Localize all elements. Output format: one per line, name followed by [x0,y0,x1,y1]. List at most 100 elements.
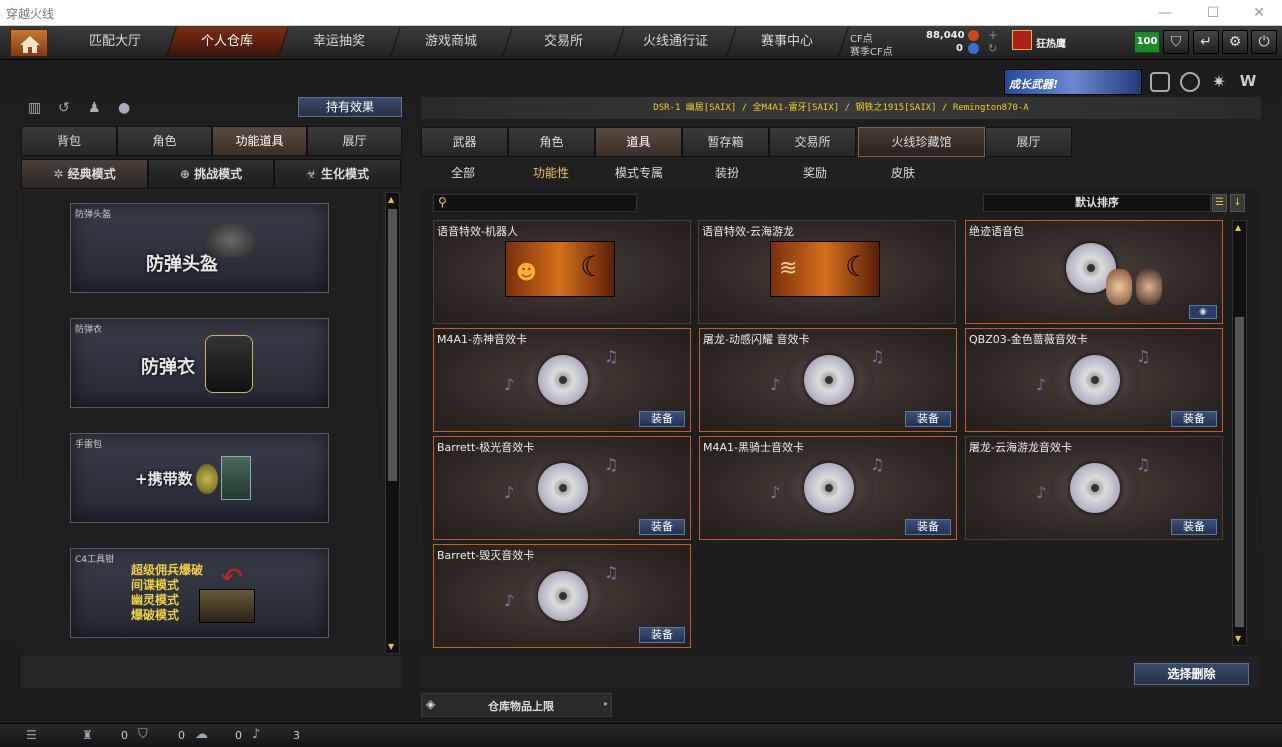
scroll-down-icon[interactable]: ▼ [388,642,397,651]
left-tab-showroom[interactable]: 展厅 [307,126,402,156]
home-button[interactable] [10,29,48,57]
right-tab-weapons[interactable]: 武器 [421,127,508,157]
star-emblem-icon[interactable]: ✷ [1209,72,1229,92]
sound-card-disc-icon [1070,463,1120,513]
item-card-voice-dragon[interactable]: 语音特效-云海游龙 ≋ ☾ [698,220,956,324]
item-card-sound-barrett-aurora[interactable]: Barrett-极光音效卡 ♪ ♫ 装备 [433,436,691,540]
minimize-button[interactable]: — [1142,0,1188,26]
item-card-voice-robot[interactable]: 语音特效-机器人 ☻ ☾ [433,220,691,324]
item-card-sound-barrett-destroy[interactable]: Barrett-毁灭音效卡 ♪ ♫ 装备 [433,544,691,648]
warehouse-capacity-bar[interactable]: ◈ 仓库物品上限 ▸ [421,693,612,717]
vest-icon [205,335,253,393]
left-scrollbar[interactable]: ▲ ▼ [385,192,400,654]
character-portrait-icon [1106,269,1132,305]
equip-button[interactable]: 装备 [905,411,951,427]
item-card-voice-pack[interactable]: 绝迹语音包 ◉ [965,220,1223,324]
friends-icon[interactable]: ♜ [82,728,93,742]
history-icon[interactable]: ↺ [58,100,74,116]
mode-tab-biochem[interactable]: ☣ 生化模式 [274,159,401,189]
item-card-sound-dragon-cloud[interactable]: 屠龙-云海游龙音效卡 ♪ ♫ 装备 [965,436,1223,540]
nav-tab-lucky-draw[interactable]: 幸运抽奖 [279,27,401,57]
nav-tab-game-mall[interactable]: 游戏商城 [391,27,513,57]
owned-effects-button[interactable]: 持有效果 [298,97,402,117]
equip-button[interactable]: 装备 [1171,519,1217,535]
grenade-item-icon [196,464,218,494]
right-tab-storage[interactable]: 暂存箱 [682,127,769,157]
refresh-icon[interactable]: ↻ [988,42,997,55]
equip-button[interactable]: 装备 [639,627,685,643]
right-tab-exchange[interactable]: 交易所 [769,127,856,157]
scroll-up-icon[interactable]: ▲ [1235,223,1244,232]
left-tab-character[interactable]: 角色 [117,126,212,156]
item-card-helmet[interactable]: 防弹头盔 防弹头盔 [70,203,329,293]
volume-level: 3 [293,729,300,742]
equip-button[interactable]: 装备 [639,411,685,427]
promo-banner[interactable]: 成长武器! [1004,69,1142,95]
mode-tab-challenge[interactable]: ⊕ 挑战模式 [148,159,274,189]
app-window: 穿越火线 — ☐ ✕ 匹配大厅 个人仓库 幸运抽奖 游戏商城 交易所 火线通行证… [0,0,1282,747]
item-card-vest[interactable]: 防弹衣 防弹衣 [70,318,329,408]
item-card-sound-m4a1-black-knight[interactable]: M4A1-黑骑士音效卡 ♪ ♫ 装备 [699,436,957,540]
scroll-down-icon[interactable]: ▼ [1235,634,1244,643]
clan-shield-icon[interactable]: ⛉ [138,727,148,742]
power-button[interactable]: ⏻ [1251,30,1277,54]
right-scrollbar[interactable]: ▲ ▼ [1232,220,1247,646]
search-box[interactable]: ⚲ [433,194,637,212]
maximize-button[interactable]: ☐ [1190,0,1236,26]
globe-emblem-icon[interactable] [1180,72,1200,92]
scroll-up-icon[interactable]: ▲ [388,195,397,204]
right-tab-character[interactable]: 角色 [508,127,595,157]
right-tab-collection-hall[interactable]: 火线珍藏馆 [858,127,985,157]
sound-card-disc-icon [1070,355,1120,405]
subtab-mode-exclusive[interactable]: 模式专属 [609,162,669,184]
nav-tab-battle-pass[interactable]: 火线通行证 [615,27,737,57]
item-card-c4-tool[interactable]: C4工具钳 超级佣兵爆破 间谍模式 幽灵模式 爆破模式 ↶ [70,548,329,638]
sound-card-disc-icon [538,463,588,513]
chat-icon[interactable]: ☁ [195,727,208,742]
ticker-bar: DSR-1 幽居[SAIX] / 全M4A1-雷牙[SAIX] / 钢铁之191… [421,97,1261,119]
nav-tab-match-lobby[interactable]: 匹配大厅 [55,27,177,57]
item-card-sound-m4a1-red[interactable]: M4A1-赤神音效卡 ♪ ♫ 装备 [433,328,691,432]
shield-emblem-icon[interactable] [1150,72,1170,92]
sort-dropdown[interactable]: 默认排序 [983,194,1211,212]
nav-tab-exchange[interactable]: 交易所 [503,27,625,57]
item-card-sound-dragon-shine[interactable]: 屠龙-动感闪耀 音效卡 ♪ ♫ 装备 [699,328,957,432]
subtab-dressup[interactable]: 装扮 [697,162,757,184]
subtab-rewards[interactable]: 奖励 [785,162,845,184]
grenade-icon[interactable]: ● [118,100,134,116]
right-tab-showroom[interactable]: 展厅 [985,127,1072,157]
right-tab-props[interactable]: 道具 [595,127,682,157]
add-cf-icon[interactable]: + [988,28,998,42]
menu-list-icon[interactable]: ☰ [26,728,37,742]
sort-direction-icon[interactable]: ↓ [1230,194,1245,212]
mode-tab-classic[interactable]: ✲ 经典模式 [21,159,148,189]
equip-button[interactable]: 装备 [905,519,951,535]
list-view-icon[interactable]: ☰ [1212,194,1227,212]
item-card-sound-qbz03-gold[interactable]: QBZ03-金色蔷薇音效卡 ♪ ♫ 装备 [965,328,1223,432]
subtab-functional[interactable]: 功能性 [521,162,581,184]
gear-icon: ⚙ [1228,34,1242,50]
shield-button[interactable]: ⛉ [1163,30,1189,54]
left-scroll-thumb[interactable] [388,209,397,481]
subtab-skins[interactable]: 皮肤 [873,162,933,184]
nav-tab-personal-warehouse[interactable]: 个人仓库 [167,27,289,57]
volume-icon[interactable]: ♪ [252,727,260,742]
stats-icon[interactable]: ▥ [28,100,44,116]
w-emblem-icon[interactable]: W [1237,72,1259,92]
search-input[interactable] [454,196,634,210]
select-delete-button[interactable]: 选择删除 [1134,663,1249,685]
subtab-all[interactable]: 全部 [433,162,493,184]
cf-coin-icon [968,30,979,41]
right-scroll-thumb[interactable] [1235,237,1244,315]
nav-tab-event-center[interactable]: 赛事中心 [727,27,849,57]
item-card-grenade-pack[interactable]: 手雷包 +携带数 [70,433,329,523]
exit-room-button[interactable]: ↵ [1193,30,1219,54]
equip-button[interactable]: 装备 [1171,411,1217,427]
equip-button[interactable]: 装备 [639,519,685,535]
left-tab-function-items[interactable]: 功能道具 [212,126,307,156]
settings-button[interactable]: ⚙ [1222,30,1248,54]
left-tab-backpack[interactable]: 背包 [21,126,117,156]
character-icon[interactable]: ♟ [88,100,104,116]
info-icon[interactable]: ◉ [1189,305,1217,319]
close-button[interactable]: ✕ [1236,0,1282,26]
